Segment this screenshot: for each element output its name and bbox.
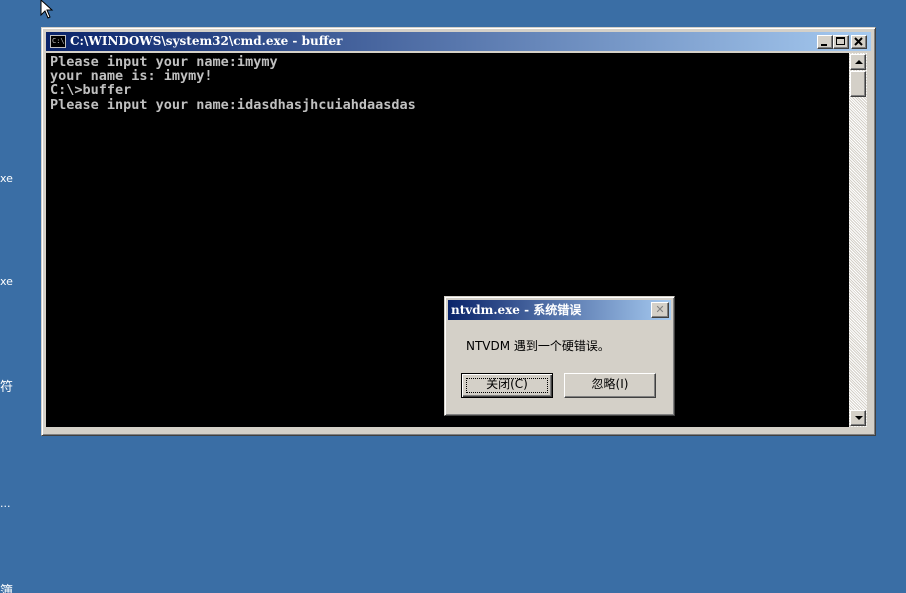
ignore-button[interactable]: 忽略(I)	[564, 373, 656, 398]
ignore-button-label: 忽略(I)	[591, 377, 629, 391]
minimize-button[interactable]	[817, 35, 833, 49]
vertical-scrollbar[interactable]	[849, 53, 867, 427]
dialog-title: ntvdm.exe - 系统错误	[451, 303, 582, 317]
console-line: Please input your name:idasdhasjhcuiahda…	[50, 97, 416, 113]
dialog-message: NTVDM 遇到一个硬错误。	[466, 339, 610, 353]
close-button[interactable]	[851, 35, 867, 49]
cmd-window-title: C:\WINDOWS\system32\cmd.exe - buffer	[70, 34, 343, 48]
close-button-label: 关闭(C)	[486, 377, 528, 391]
error-dialog[interactable]: ntvdm.exe - 系统错误 ✕ NTVDM 遇到一个硬错误。 关闭(C) …	[444, 296, 675, 416]
dialog-titlebar[interactable]: ntvdm.exe - 系统错误 ✕	[448, 300, 671, 320]
console-line: Please input your name:imymy	[50, 54, 278, 70]
close-icon	[854, 37, 863, 46]
maximize-icon	[836, 37, 845, 45]
desktop-icon-label[interactable]: 簿	[0, 580, 13, 593]
arrow-down-icon	[855, 416, 863, 420]
console-app-icon[interactable]: C:\	[50, 35, 66, 48]
dialog-close-button[interactable]: ✕	[651, 302, 669, 318]
desktop-icon-label[interactable]: xe	[0, 172, 13, 185]
scrollbar-thumb[interactable]	[850, 71, 866, 97]
minimize-icon	[821, 44, 827, 46]
desktop-icon-label[interactable]: ...	[0, 497, 11, 510]
close-button[interactable]: 关闭(C)	[461, 373, 553, 398]
maximize-button[interactable]	[833, 35, 849, 49]
arrow-up-icon	[855, 60, 863, 64]
scroll-up-button[interactable]	[850, 54, 866, 70]
cmd-titlebar[interactable]: C:\ C:\WINDOWS\system32\cmd.exe - buffer	[46, 32, 871, 51]
desktop-icon-label[interactable]: xe	[0, 275, 13, 288]
console-line: C:\>buffer	[50, 82, 132, 98]
console-line: your name is: imymy!	[50, 68, 213, 84]
desktop-icon-label[interactable]: 符	[0, 376, 13, 395]
scroll-down-button[interactable]	[850, 410, 866, 426]
mouse-cursor-icon	[40, 0, 54, 19]
